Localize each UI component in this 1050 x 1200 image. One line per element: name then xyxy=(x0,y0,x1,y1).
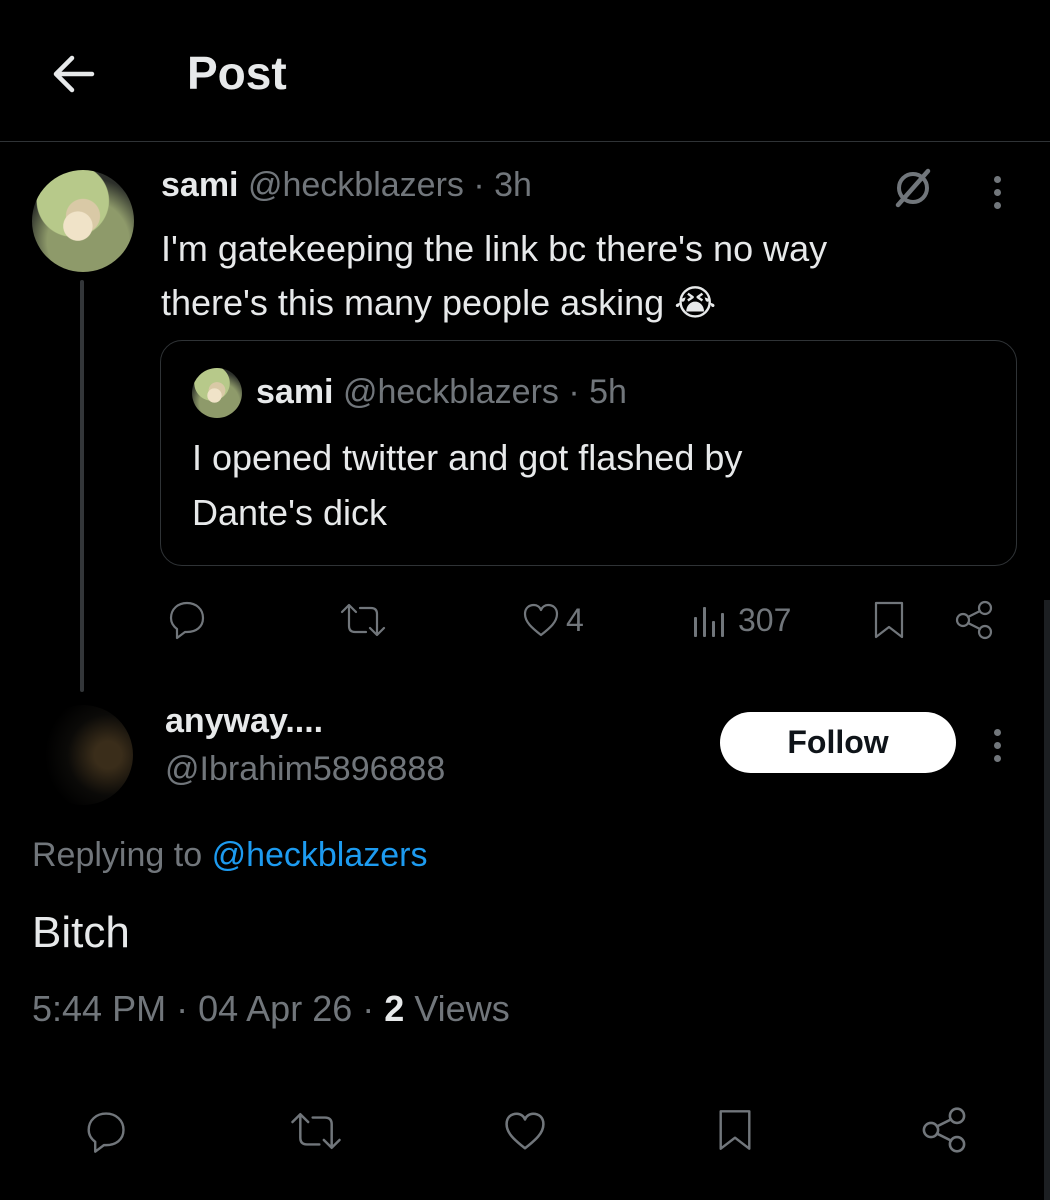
quoted-author-handle: @heckblazers xyxy=(342,373,559,411)
quoted-text-line: I opened twitter and got flashed by xyxy=(192,437,743,478)
separator: · xyxy=(362,988,375,1029)
scrollbar[interactable] xyxy=(1044,600,1050,1200)
avatar[interactable] xyxy=(32,170,134,272)
crying-emoji: 😭 xyxy=(674,282,717,323)
follow-button[interactable]: Follow xyxy=(720,712,956,773)
views-button[interactable]: 307 xyxy=(690,602,791,639)
heart-icon xyxy=(505,1112,545,1150)
grok-button[interactable] xyxy=(890,166,936,210)
post-time[interactable]: 3h xyxy=(494,166,532,204)
reply-time: 5:44 PM xyxy=(32,988,167,1029)
share-button[interactable] xyxy=(918,1104,970,1156)
like-button[interactable] xyxy=(500,1108,550,1154)
post-header: sami @heckblazers · 3h xyxy=(161,166,532,205)
back-button[interactable] xyxy=(48,52,98,96)
repost-icon xyxy=(340,603,386,637)
reply-author-handle[interactable]: @Ibrahim5896888 xyxy=(165,750,445,789)
post-text-line: I'm gatekeeping the link bc there's no w… xyxy=(161,228,828,269)
reply-icon xyxy=(87,1112,125,1153)
bookmark-icon xyxy=(719,1110,751,1150)
bookmark-icon xyxy=(874,601,904,639)
share-button[interactable] xyxy=(952,598,996,642)
reply-button[interactable] xyxy=(163,598,209,640)
arrow-left-icon xyxy=(53,55,95,93)
reply-avatar[interactable] xyxy=(33,705,133,805)
replying-to-handle[interactable]: @heckblazers xyxy=(212,836,428,874)
reply-views-label: Views xyxy=(414,988,510,1029)
page-title: Post xyxy=(187,47,287,99)
post-text-line: there's this many people asking 😭 xyxy=(161,282,717,323)
reply-views-count[interactable]: 2 xyxy=(384,988,404,1029)
bookmark-button[interactable] xyxy=(869,598,909,642)
repost-icon xyxy=(291,1112,341,1150)
quoted-header: sami @heckblazers · 5h xyxy=(256,373,627,412)
separator: · xyxy=(568,373,580,411)
quoted-text-line: Dante's dick xyxy=(192,492,387,533)
reply-author-name[interactable]: anyway.... xyxy=(165,702,323,741)
more-vertical-icon[interactable] xyxy=(990,176,1004,215)
quoted-text: I opened twitter and got flashed by Dant… xyxy=(192,430,742,540)
repost-button[interactable] xyxy=(338,600,388,640)
quoted-time: 5h xyxy=(589,373,627,411)
repost-button[interactable] xyxy=(288,1108,344,1154)
separator: · xyxy=(176,988,189,1029)
reply-text: Bitch xyxy=(32,908,130,957)
grok-icon xyxy=(895,168,931,208)
like-button[interactable]: 4 xyxy=(520,600,584,640)
view-count: 307 xyxy=(738,602,792,638)
quoted-author-name: sami xyxy=(256,373,334,411)
quoted-avatar xyxy=(192,368,242,418)
separator: · xyxy=(473,166,485,204)
views-icon xyxy=(694,606,724,637)
author-name[interactable]: sami xyxy=(161,166,239,204)
author-handle[interactable]: @heckblazers xyxy=(248,166,464,204)
heart-icon xyxy=(523,603,559,637)
replying-to: Replying to @heckblazers xyxy=(32,836,428,875)
bookmark-button[interactable] xyxy=(713,1104,757,1156)
reply-meta: 5:44 PM · 04 Apr 26 · 2 Views xyxy=(32,988,510,1030)
header-divider xyxy=(0,141,1050,142)
reply-icon xyxy=(169,601,205,640)
more-vertical-icon[interactable] xyxy=(990,729,1004,768)
replying-to-prefix: Replying to xyxy=(32,836,203,874)
share-icon xyxy=(955,600,993,640)
reply-button[interactable] xyxy=(80,1108,130,1154)
post-text: I'm gatekeeping the link bc there's no w… xyxy=(161,222,827,330)
like-count: 4 xyxy=(566,601,584,638)
share-icon xyxy=(922,1107,966,1153)
thread-line xyxy=(80,280,84,692)
reply-date: 04 Apr 26 xyxy=(198,988,353,1029)
